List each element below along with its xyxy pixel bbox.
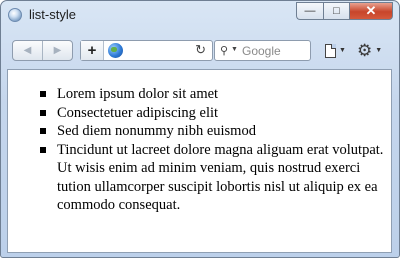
list-item: Lorem ipsum dolor sit amet	[40, 85, 387, 104]
add-bookmark-button[interactable]: +	[81, 41, 104, 60]
forward-button[interactable]: ▶	[42, 41, 72, 60]
browser-toolbar: ◀ ▶ + ↻ ⚲ ▼ Google ▼ ⚙ ▼	[7, 31, 393, 67]
title-bar: list-style — □ ✕	[1, 1, 399, 31]
square-bullet-icon	[40, 146, 46, 153]
reload-icon: ↻	[195, 42, 206, 57]
square-bullet-icon	[40, 91, 46, 97]
address-bar[interactable]: + ↻	[80, 40, 213, 61]
navigation-buttons: ◀ ▶	[12, 40, 73, 61]
chevron-down-icon: ▼	[375, 47, 383, 54]
list-item-text: Consectetuer adipiscing elit	[57, 104, 219, 121]
page-menu-button[interactable]: ▼	[325, 40, 351, 61]
back-arrow-icon: ◀	[23, 45, 32, 56]
list-item-text: Lorem ipsum dolor sit amet	[57, 86, 219, 102]
window-title: list-style	[29, 7, 76, 22]
forward-arrow-icon: ▶	[53, 45, 62, 56]
browser-window: list-style — □ ✕ ◀ ▶ + ↻ ⚲ ▼ Google ▼ ⚙ …	[0, 0, 400, 258]
chevron-down-icon: ▼	[339, 47, 346, 54]
list-item: Consectetuer adipiscing elit	[40, 104, 387, 123]
page-icon	[325, 43, 336, 58]
square-bullet-list: Lorem ipsum dolor sit amet Consectetuer …	[40, 85, 387, 215]
search-placeholder: Google	[242, 44, 281, 58]
window-controls: — □ ✕	[296, 2, 393, 21]
minimize-icon: —	[304, 5, 316, 17]
close-icon: ✕	[365, 3, 377, 18]
list-item: Sed diem nonummy nibh euismod	[40, 122, 387, 141]
square-bullet-icon	[40, 109, 46, 116]
search-engine-dropdown-icon[interactable]: ▼	[231, 46, 238, 53]
maximize-button[interactable]: □	[323, 2, 349, 20]
settings-menu-button[interactable]: ⚙ ▼	[357, 40, 389, 61]
maximize-icon: □	[333, 5, 340, 17]
close-button[interactable]: ✕	[349, 2, 393, 20]
browser-app-icon	[8, 8, 22, 22]
list-item-text: Sed diem nonummy nibh euismod	[57, 123, 256, 139]
magnifier-icon: ⚲	[220, 45, 229, 57]
square-bullet-icon	[40, 128, 46, 134]
list-item-text: Tincidunt ut lacreet dolore magna aligua…	[57, 141, 384, 214]
list-item: Tincidunt ut lacreet dolore magna aligua…	[40, 141, 387, 215]
minimize-button[interactable]: —	[296, 2, 323, 20]
search-input[interactable]: ⚲ ▼ Google	[214, 40, 311, 61]
gear-icon: ⚙	[357, 41, 373, 60]
plus-icon: +	[87, 42, 97, 59]
back-button[interactable]: ◀	[13, 41, 42, 60]
page-content: Lorem ipsum dolor sit amet Consectetuer …	[7, 69, 392, 253]
reload-button[interactable]: ↻	[195, 42, 206, 58]
globe-icon	[108, 43, 123, 58]
